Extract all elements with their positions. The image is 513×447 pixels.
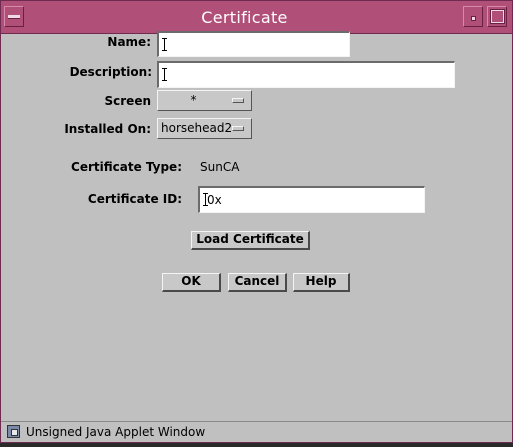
text-caret bbox=[162, 68, 167, 81]
text-caret bbox=[203, 193, 208, 206]
minimize-icon bbox=[471, 16, 476, 21]
description-field[interactable] bbox=[157, 61, 455, 88]
desktop-background bbox=[0, 443, 513, 447]
installed-on-select[interactable]: horsehead2 bbox=[157, 118, 252, 139]
status-bar: Unsigned Java Applet Window bbox=[1, 421, 512, 442]
window-title: Certificate bbox=[201, 8, 288, 27]
title-bar[interactable]: Certificate bbox=[1, 1, 512, 34]
screen-select[interactable]: * bbox=[157, 90, 252, 111]
load-certificate-button[interactable]: Load Certificate bbox=[191, 231, 310, 250]
certificate-dialog: Certificate Name: Description: Screen * … bbox=[0, 0, 513, 443]
status-text: Unsigned Java Applet Window bbox=[26, 425, 206, 439]
certificate-id-value: 0x bbox=[207, 193, 222, 207]
description-label: Description: bbox=[69, 65, 152, 79]
screen-select-value: * bbox=[190, 93, 197, 107]
ok-button[interactable]: OK bbox=[162, 273, 221, 292]
help-button[interactable]: Help bbox=[293, 273, 350, 292]
option-menu-indicator-icon bbox=[232, 98, 244, 103]
certificate-type-label: Certificate Type: bbox=[71, 160, 182, 174]
window-menu-button[interactable] bbox=[4, 6, 24, 27]
name-field[interactable] bbox=[157, 31, 350, 57]
maximize-icon bbox=[490, 9, 505, 24]
option-menu-indicator-icon bbox=[232, 126, 244, 131]
certificate-id-label: Certificate ID: bbox=[87, 192, 182, 206]
text-caret bbox=[162, 38, 167, 51]
applet-warning-icon bbox=[7, 425, 20, 438]
name-label: Name: bbox=[107, 35, 151, 49]
cancel-button[interactable]: Cancel bbox=[228, 273, 287, 292]
installed-on-value: horsehead2 bbox=[161, 121, 233, 135]
screen-label: Screen bbox=[104, 94, 152, 108]
certificate-id-field[interactable]: 0x bbox=[198, 186, 425, 213]
window-menu-icon bbox=[8, 15, 20, 19]
certificate-type-value: SunCA bbox=[200, 160, 240, 174]
installed-on-label: Installed On: bbox=[64, 122, 151, 136]
maximize-button[interactable] bbox=[487, 6, 507, 27]
minimize-button[interactable] bbox=[463, 6, 483, 27]
